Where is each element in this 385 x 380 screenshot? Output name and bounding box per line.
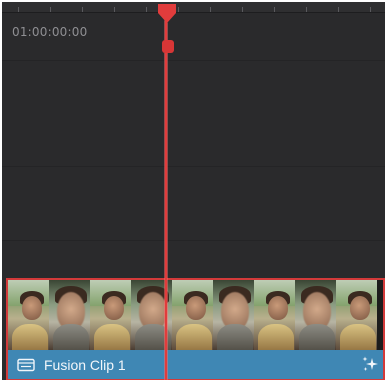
clip-thumbnail [295,280,336,350]
ruler-tick [242,7,243,12]
clip-name-label: Fusion Clip 1 [44,356,126,373]
track-divider [2,240,385,241]
ruler-tick [178,7,179,12]
clip-name-bar[interactable]: Fusion Clip 1 [8,350,383,379]
ruler-tick [18,7,19,12]
ruler-tick [370,7,371,12]
timeline-ruler[interactable] [2,2,385,13]
ruler-tick [114,7,115,12]
ruler-tick [274,7,275,12]
ruler-tick [50,7,51,12]
clip-thumbnail-strip [8,280,383,350]
ruler-tick [306,7,307,12]
empty-track-area[interactable] [2,13,385,278]
clip-thumbnail [90,280,131,350]
clip-icon [16,357,36,373]
clip-thumbnail [336,280,377,350]
ruler-tick [82,7,83,12]
ruler-tick [338,7,339,12]
start-timecode: 01:00:00:00 [12,25,88,39]
timeline-panel[interactable]: 01:00:00:00 Fusion Clip 1 [2,2,385,380]
sparkle-icon[interactable] [361,355,379,373]
clip-thumbnail [172,280,213,350]
ruler-tick [146,7,147,12]
ruler-tick [210,7,211,12]
clip-thumbnail [254,280,295,350]
track-divider [2,166,385,167]
playhead-marker[interactable] [162,40,174,53]
clip-thumbnail [49,280,90,350]
clip-thumbnail [213,280,254,350]
playhead-handle-icon[interactable] [157,4,177,24]
playhead-line[interactable] [165,12,167,380]
fusion-clip[interactable]: Fusion Clip 1 [6,278,385,380]
track-divider [2,60,385,61]
clip-thumbnail [8,280,49,350]
